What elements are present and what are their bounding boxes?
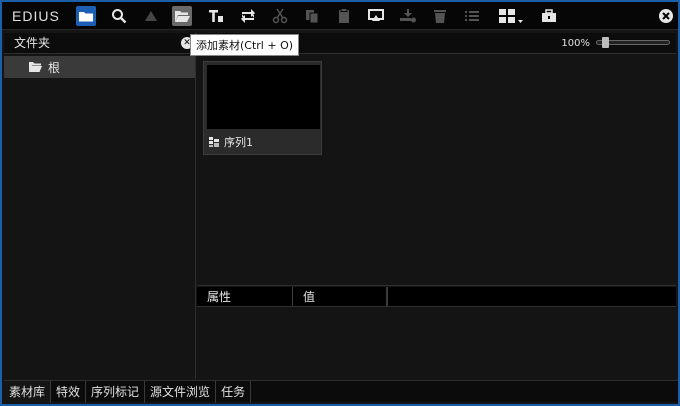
add-title-button[interactable] xyxy=(206,6,226,26)
search-icon xyxy=(112,9,127,24)
zoom-slider-thumb[interactable] xyxy=(602,37,609,48)
clip-name: 序列1 xyxy=(224,136,253,149)
paste-icon xyxy=(339,8,349,23)
zoom-label: 100% xyxy=(561,38,590,49)
property-column-header[interactable]: 属性 xyxy=(197,287,293,307)
clip-thumbnail xyxy=(207,65,320,129)
add-clip-button[interactable] xyxy=(172,6,192,26)
grid-icon xyxy=(499,9,523,23)
triangle-up-icon xyxy=(145,11,157,21)
add-clip-tooltip: 添加素材(Ctrl + O) xyxy=(190,34,300,56)
scissors-icon xyxy=(272,8,288,24)
folder-icon xyxy=(79,12,93,22)
tab-bin[interactable]: 素材库 xyxy=(4,381,52,403)
folder-icon xyxy=(29,62,42,72)
copy-button[interactable] xyxy=(302,6,322,26)
tree-item-root[interactable]: 根 xyxy=(4,56,195,78)
toolbar: EDIUS xyxy=(2,2,678,30)
list-view-button[interactable] xyxy=(462,6,482,26)
copy-icon xyxy=(306,10,319,24)
tab-sequence-markers[interactable]: 序列标记 xyxy=(86,381,146,403)
trash-icon xyxy=(434,10,446,23)
replace-button[interactable] xyxy=(238,6,258,26)
bottom-tabs: 素材库 特效 序列标记 源文件浏览 任务 xyxy=(4,380,678,403)
column-divider xyxy=(387,287,388,307)
toolbox-icon xyxy=(542,9,556,22)
tab-tasks[interactable]: 任务 xyxy=(216,381,252,403)
properties-header: 属性 值 xyxy=(197,287,676,307)
toolbox-button[interactable] xyxy=(539,6,559,26)
cut-button[interactable] xyxy=(270,6,290,26)
close-window-button[interactable] xyxy=(656,6,676,26)
sequence-icon xyxy=(209,137,219,147)
tree-item-label: 根 xyxy=(48,60,61,75)
up-level-button[interactable] xyxy=(141,6,161,26)
monitor-icon xyxy=(368,9,384,21)
folder-pane: 文件夹 ✕ 根 xyxy=(4,33,196,379)
title-icon xyxy=(209,10,223,22)
properties-pane: 属性 值 xyxy=(197,287,676,379)
tab-effects[interactable]: 特效 xyxy=(51,381,87,403)
app-logo: EDIUS xyxy=(12,8,60,24)
send-to-player-button[interactable] xyxy=(366,6,386,26)
close-icon xyxy=(659,9,673,23)
timeline-add-icon xyxy=(400,9,416,23)
list-icon xyxy=(465,11,479,21)
clip-view: 100% 序列1 xyxy=(197,33,676,286)
view-mode-button[interactable] xyxy=(496,6,526,26)
clip-label-row: 序列1 xyxy=(208,134,253,150)
delete-button[interactable] xyxy=(430,6,450,26)
value-column-header[interactable]: 值 xyxy=(293,287,387,307)
zoom-slider[interactable] xyxy=(596,37,670,48)
clip-item[interactable]: 序列1 xyxy=(203,61,322,155)
add-to-timeline-button[interactable] xyxy=(398,6,418,26)
folder-pane-title: 文件夹 xyxy=(14,36,51,50)
bin-window: EDIUS 添加素材(Ctrl + O) 文件夹 ✕ 根 100% 序列1 属性… xyxy=(0,0,680,406)
folder-pane-header: 文件夹 ✕ xyxy=(4,33,195,54)
search-button[interactable] xyxy=(109,6,129,26)
folder-view-button[interactable] xyxy=(76,6,96,26)
paste-button[interactable] xyxy=(334,6,354,26)
open-folder-icon xyxy=(175,11,190,22)
replace-icon xyxy=(241,9,255,23)
tab-source-browser[interactable]: 源文件浏览 xyxy=(145,381,217,403)
